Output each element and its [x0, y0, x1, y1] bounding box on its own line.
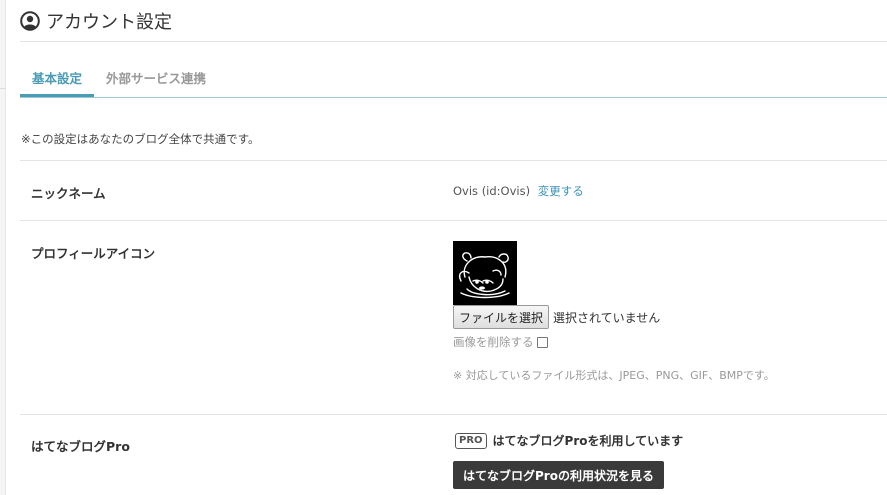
nickname-value: Ovis (id:Ovis) — [453, 184, 531, 198]
tab-external-services[interactable]: 外部サービス連携 — [94, 68, 218, 97]
tab-bar: 基本設定 外部サービス連携 — [20, 60, 887, 98]
tab-basic-settings[interactable]: 基本設定 — [20, 68, 95, 97]
page-header: アカウント設定 — [20, 0, 887, 42]
pro-badge: PRO — [455, 432, 487, 449]
user-circle-icon — [20, 10, 40, 31]
avatar — [453, 241, 517, 305]
page-title: アカウント設定 — [46, 11, 172, 33]
change-nickname-link[interactable]: 変更する — [538, 184, 584, 198]
settings-scope-notice: ※この設定はあなたのブログ全体で共通です。 — [21, 132, 260, 146]
profile-icon-label: プロフィールアイコン — [31, 246, 156, 261]
hatena-pro-label: はてなブログPro — [31, 439, 130, 454]
pro-status-text: はてなブログProを利用しています — [492, 434, 684, 448]
gutter-notch — [0, 88, 6, 89]
view-pro-usage-button[interactable]: はてなブログProの利用状況を見る — [453, 461, 664, 489]
delete-image-row: 画像を削除する — [453, 334, 548, 350]
delete-image-checkbox[interactable] — [536, 336, 548, 348]
supported-formats-note: ※ 対応しているファイル形式は、JPEG、PNG、GIF、BMPです。 — [453, 369, 775, 382]
file-status-text: 選択されていません — [553, 310, 661, 325]
row-divider — [20, 160, 887, 161]
row-divider — [20, 220, 887, 221]
nickname-label: ニックネーム — [31, 186, 106, 201]
pro-status-group: PRO はてなブログProを利用しています — [455, 432, 683, 449]
choose-file-button[interactable]: ファイルを選択 — [453, 305, 550, 329]
file-upload-row: ファイルを選択 選択されていません — [453, 305, 660, 329]
left-gutter — [0, 0, 6, 495]
delete-image-label: 画像を削除する — [453, 335, 534, 349]
nickname-value-group: Ovis (id:Ovis) 変更する — [453, 183, 584, 199]
row-divider — [20, 414, 887, 415]
